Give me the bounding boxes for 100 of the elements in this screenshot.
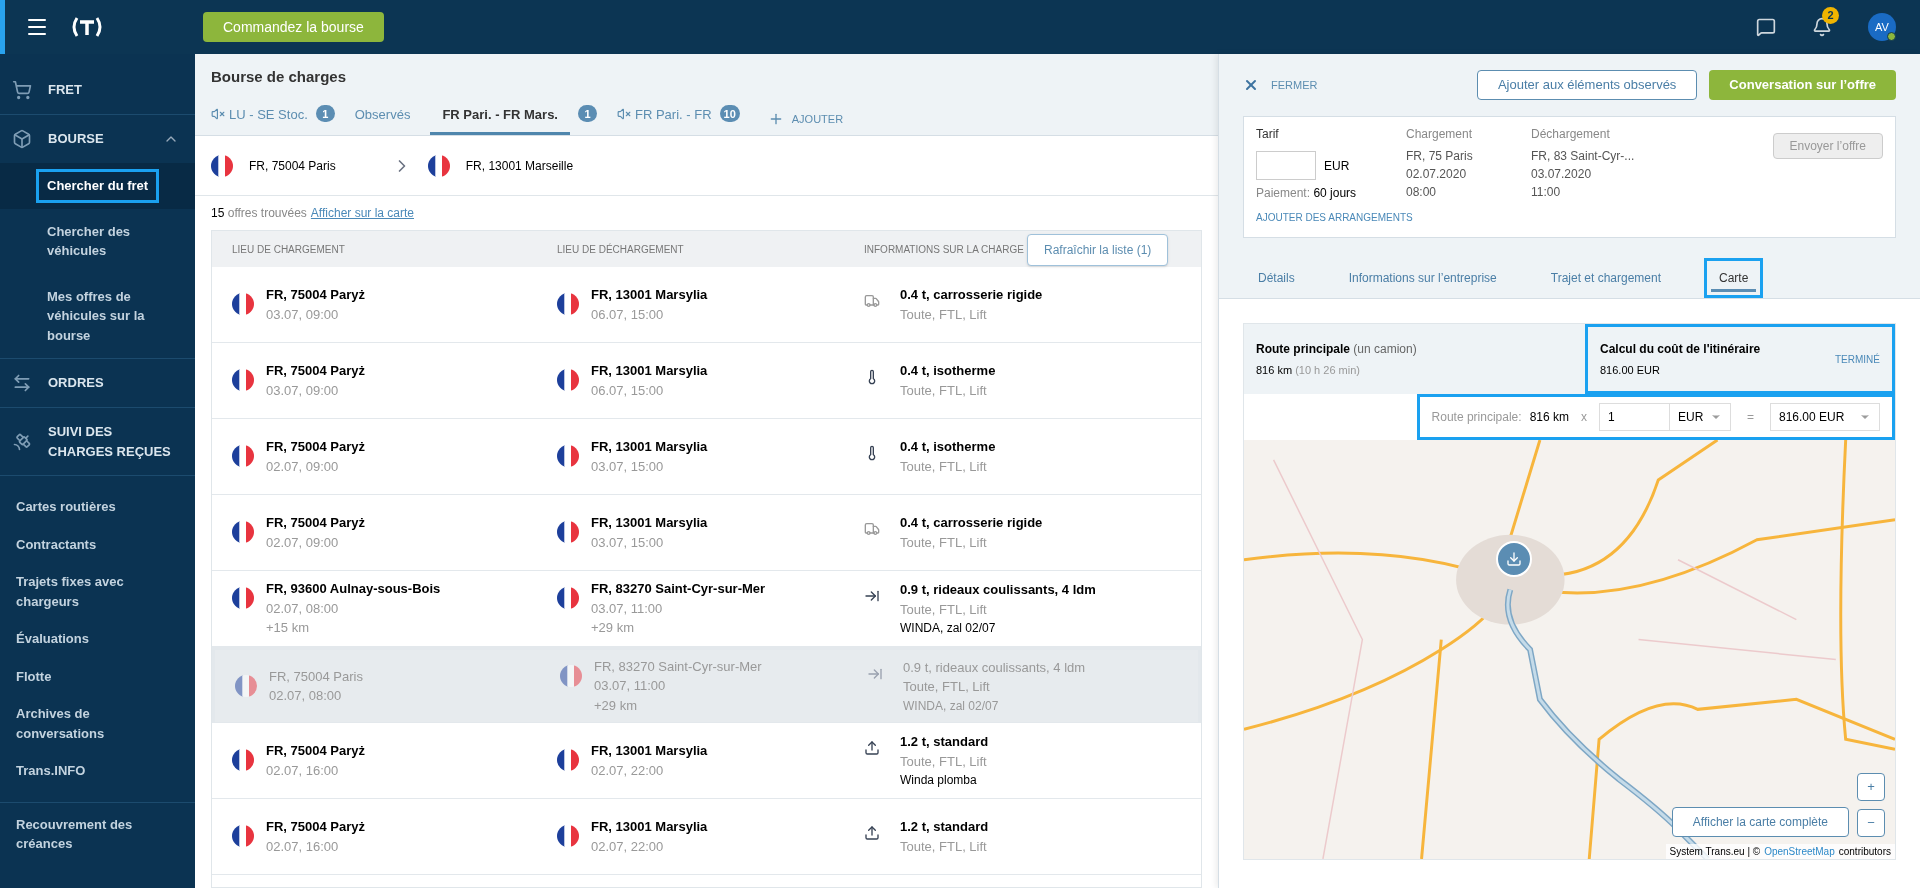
cargo-note: WINDA, zal 02/07 [900,620,997,637]
place-name: FR, 83270 Saint-Cyr-sur-Mer [591,580,766,599]
table-row[interactable]: FR, 75004 Paryż 02.07, 09:00 FR, 13001 Marsylia 03.07, 15:00 0.4 t, isotherme Toute, FTL, Lift [212,419,1201,495]
france-flag-icon [557,521,579,543]
table-row[interactable]: FR, 75004 Paryż 03.07, 09:00 FR, 13001 Marsylia 06.07, 15:00 0.4 t, carrosserie rigide Toute, FTL, Lift [212,267,1201,343]
table-row[interactable]: FR, 75004 Paryż 03.07, 09:00 FR, 13001 Marsylia 06.07, 15:00 0.4 t, isotherme Toute, FTL, Lift [212,343,1201,419]
place-name: FR, 75004 Paryż [266,742,365,760]
arrows-icon [12,373,32,393]
stop-detail: 11:00 [1531,184,1562,201]
user-avatar[interactable]: AV [1868,13,1896,41]
date-time: 02.07, 09:00 [266,457,340,476]
sidebar-section[interactable]: ORDRES [0,359,195,407]
sidebar-link[interactable]: Évaluations [0,620,195,658]
date-time: 03.07, 09:00 [266,381,340,400]
calc-label: Route principale: [1431,409,1522,426]
table-row[interactable]: FR, 75004 Paryż 02.07, 16:00 FR, 13001 Marsylia 02.07, 22:00 1.2 t, standard Toute, FTL, Lift Winda plomba [212,723,1201,799]
cargo-title: 1.2 t, standard [900,818,989,836]
arrow-to-line-icon [864,588,880,604]
france-flag-icon [235,674,257,697]
sidebar-subitem[interactable]: Mes offres de véhicules sur la bourse [36,279,183,352]
sidebar-section[interactable]: SUIVI DES CHARGES REÇUES [0,408,195,475]
table-row[interactable]: FR, 75004 Paryż 02.07, 16:00 FR, 13001 Marsylia 02.07, 22:00 1.2 t, standard Toute, FTL, Lift [212,799,1201,875]
sidebar-link[interactable]: Trajets fixes avec chargeurs [0,563,195,620]
france-flag-icon [232,825,254,847]
upload-icon [864,825,880,841]
box-icon [12,129,32,149]
date-time: 03.07, 15:00 [591,533,665,552]
date-time: 03.07, 15:00 [591,457,665,476]
cargo-note: WINDA, zal 02/07 [903,697,1000,715]
count-badge: 10 [719,105,740,123]
place-name: FR, 75004 Paryż [266,286,365,304]
notification-bell-icon[interactable] [1812,17,1832,37]
route-origin: FR, 75004 Paris [249,157,336,175]
close-icon [1243,77,1259,93]
distance-offset: +29 km [594,696,638,715]
place-name: FR, 13001 Marsylia [591,362,708,380]
sidebar-subitem[interactable]: Chercher des véhicules [36,214,183,268]
place-name: FR, 75004 Paryż [266,362,365,380]
cargo-title: 0.4 t, carrosserie rigide [900,286,1043,304]
cargo-details: Toute, FTL, Lift [903,678,991,696]
cargo-note: Winda plomba [900,772,978,789]
stop-label: Chargement [1406,126,1474,143]
sidebar-link[interactable]: Archives de conversations [0,695,195,752]
cart-icon [12,80,32,100]
date-time: 03.07, 09:00 [266,305,340,324]
distance-offset: +15 km [266,619,310,638]
sidebar-section[interactable]: BOURSE [0,115,195,163]
total-select[interactable]: 816.00 EUR [1770,403,1880,431]
add-to-watched-button[interactable]: Ajouter aux éléments observés [1476,70,1698,100]
sidebar-subitem[interactable]: Chercher du fret [36,169,160,203]
date-time: 03.07, 11:00 [591,599,664,618]
openstreetmap-link[interactable]: OpenStreetMap [1764,844,1835,859]
table-row[interactable]: FR, 75004 Paryż 02.07, 09:00 FR, 13001 Marsylia 03.07, 15:00 0.4 t, carrosserie rigide Toute, FTL, Lift [212,495,1201,571]
rate-label: Tarif [1256,126,1280,143]
equals-sign: = [1746,409,1755,426]
column-header: LIEU DE DÉCHARGEMENT [557,242,684,257]
cargo-details: Toute, FTL, Lift [900,381,988,400]
detail-tab[interactable]: Trajet et chargement [1539,258,1673,298]
sidebar-link[interactable]: Contractants [0,525,195,563]
cargo-title: 1.2 t, standard [900,733,989,751]
zoom-in-button[interactable]: + [1857,773,1885,801]
date-time: 02.07, 09:00 [266,533,340,552]
full-map-button[interactable]: Afficher la carte complète [1671,807,1849,837]
france-flag-icon [232,293,254,315]
online-status-icon [1887,32,1896,41]
rate-input[interactable] [1256,151,1316,180]
detail-tab[interactable]: Détails [1247,258,1306,298]
muted-icon [616,107,631,122]
sidebar-link[interactable]: Recouvrement des créances [0,802,195,866]
france-flag-icon [232,521,254,543]
cargo-details: Toute, FTL, Lift [900,600,988,619]
cargo-title: 0.9 t, rideaux coulissants, 4 ldm [900,581,1096,599]
chat-icon[interactable] [1756,17,1776,37]
france-flag-icon [232,749,254,771]
place-name: FR, 75004 Paryż [266,438,365,456]
show-on-map-link[interactable]: Afficher sur la carte [310,204,414,222]
france-flag-icon [557,369,579,391]
route-distance: 816 km (10 h 26 min) [1256,362,1361,378]
cargo-details: Toute, FTL, Lift [900,752,988,771]
truck-icon [864,521,880,537]
place-name: FR, 13001 Marsylia [591,438,708,456]
cost-title: Calcul du coût de l'itinéraire [1600,340,1762,358]
stop-label: Déchargement [1531,126,1611,143]
sidebar-link[interactable]: Cartes routières [0,488,195,526]
route-title: Route principale (un camion) [1256,340,1418,358]
place-name: FR, 13001 Marsylia [591,818,708,836]
sidebar-link[interactable]: Trans.INFO [0,752,195,790]
date-time: 03.07, 11:00 [594,677,667,696]
cargo-details: Toute, FTL, Lift [900,305,988,324]
place-name: FR, 93600 Aulnay-sous-Bois [266,580,441,599]
zoom-out-button[interactable]: − [1857,809,1885,837]
stop-detail: 02.07.2020 [1406,166,1468,183]
add-arrangements-link[interactable]: AJOUTER DES ARRANGEMENTS [1256,210,1883,225]
cargo-title: 0.4 t, isotherme [900,362,996,380]
detail-tab[interactable]: Informations sur l’entreprise [1337,258,1508,298]
notification-badge: 2 [1822,7,1839,24]
sidebar-section[interactable]: FRET [0,66,195,114]
sidebar-link[interactable]: Flotte [0,657,195,695]
refresh-list-button[interactable]: Rafraîchir la liste (1) [1027,234,1169,266]
france-flag-icon [557,749,579,771]
